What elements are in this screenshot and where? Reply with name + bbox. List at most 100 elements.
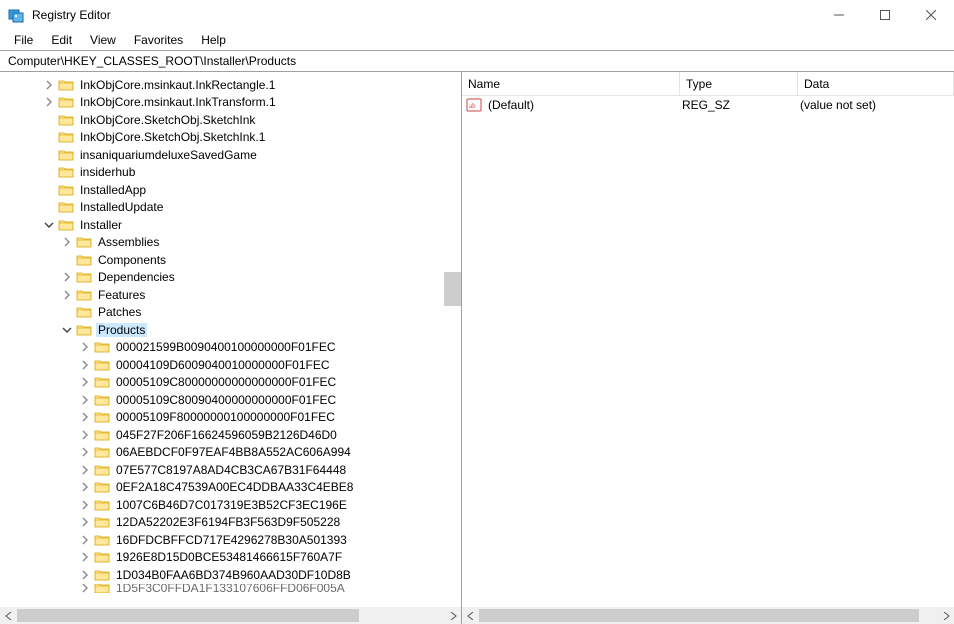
tree-node[interactable]: 07E577C8197A8AD4CB3CA67B31F64448 — [0, 461, 461, 479]
chevron-right-icon[interactable] — [60, 288, 74, 302]
tree-node-label: Features — [96, 288, 147, 302]
col-header-data[interactable]: Data — [798, 72, 954, 95]
tree-node-label: 12DA52202E3F6194FB3F563D9F505228 — [114, 515, 342, 529]
chevron-right-icon[interactable] — [78, 533, 92, 547]
address-input[interactable] — [6, 53, 948, 69]
tree-vscroll-thumb[interactable] — [444, 272, 461, 306]
chevron-right-icon[interactable] — [78, 445, 92, 459]
chevron-right-icon[interactable] — [78, 568, 92, 582]
tree-node[interactable]: 00005109F80000000100000000F01FEC — [0, 409, 461, 427]
chevron-right-icon[interactable] — [42, 95, 56, 109]
tree-node[interactable]: Products — [0, 321, 461, 339]
tree-node[interactable]: Installer — [0, 216, 461, 234]
folder-icon — [58, 130, 74, 144]
chevron-down-icon[interactable] — [42, 218, 56, 232]
tree-node-label: 16DFDCBFFCD717E4296278B30A501393 — [114, 533, 349, 547]
chevron-right-icon[interactable] — [78, 498, 92, 512]
tree-node[interactable]: Assemblies — [0, 234, 461, 252]
value-list[interactable]: ab(Default)REG_SZ(value not set) — [462, 96, 954, 607]
tree-node[interactable]: 00004109D6009040010000000F01FEC — [0, 356, 461, 374]
tree-node-label: InkObjCore.msinkaut.InkRectangle.1 — [78, 78, 277, 92]
folder-icon — [94, 498, 110, 512]
scroll-right-icon[interactable] — [937, 607, 954, 624]
titlebar: Registry Editor — [0, 0, 954, 30]
scroll-right-icon[interactable] — [444, 607, 461, 624]
tree-node[interactable]: Components — [0, 251, 461, 269]
tree-node[interactable]: Patches — [0, 304, 461, 322]
folder-icon — [94, 375, 110, 389]
tree-node[interactable]: Features — [0, 286, 461, 304]
menu-edit[interactable]: Edit — [43, 32, 80, 48]
menubar: File Edit View Favorites Help — [0, 30, 954, 50]
chevron-right-icon[interactable] — [60, 270, 74, 284]
chevron-right-icon[interactable] — [78, 410, 92, 424]
chevron-right-icon[interactable] — [78, 550, 92, 564]
chevron-right-icon[interactable] — [78, 463, 92, 477]
folder-icon — [94, 550, 110, 564]
scroll-left-icon[interactable] — [0, 607, 17, 624]
tree-node[interactable]: insiderhub — [0, 164, 461, 182]
folder-icon — [58, 218, 74, 232]
folder-icon — [94, 445, 110, 459]
tree-node[interactable]: 1D034B0FAA6BD374B960AAD30DF10D8B — [0, 566, 461, 584]
chevron-right-icon[interactable] — [60, 235, 74, 249]
chevron-right-icon[interactable] — [78, 480, 92, 494]
tree-node[interactable]: 1007C6B46D7C017319E3B52CF3EC196E — [0, 496, 461, 514]
tree-node-label: InstalledApp — [78, 183, 148, 197]
menu-file[interactable]: File — [6, 32, 41, 48]
tree-node[interactable]: 00005109C80090400000000000F01FEC — [0, 391, 461, 409]
folder-icon — [58, 95, 74, 109]
col-header-type[interactable]: Type — [680, 72, 798, 95]
tree-node[interactable]: 045F27F206F16624596059B2126D46D0 — [0, 426, 461, 444]
tree-node[interactable]: InkObjCore.SketchObj.SketchInk.1 — [0, 129, 461, 147]
menu-favorites[interactable]: Favorites — [126, 32, 191, 48]
tree-node[interactable]: InstalledUpdate — [0, 199, 461, 217]
tree-node[interactable]: 06AEBDCF0F97EAF4BB8A552AC606A994 — [0, 444, 461, 462]
menu-view[interactable]: View — [82, 32, 124, 48]
chevron-right-icon[interactable] — [78, 358, 92, 372]
folder-icon — [94, 340, 110, 354]
col-header-name[interactable]: Name — [462, 72, 680, 95]
tree-node-label: Patches — [96, 305, 143, 319]
regedit-icon — [8, 7, 24, 23]
tree-node[interactable]: 1926E8D15D0BCE53481466615F760A7F — [0, 549, 461, 567]
chevron-right-icon[interactable] — [78, 584, 92, 593]
tree-node[interactable]: 16DFDCBFFCD717E4296278B30A501393 — [0, 531, 461, 549]
tree-node-label: 000021599B0090400100000000F01FEC — [114, 340, 338, 354]
folder-icon — [58, 78, 74, 92]
maximize-button[interactable] — [862, 0, 908, 30]
minimize-button[interactable] — [816, 0, 862, 30]
tree-node[interactable]: InkObjCore.SketchObj.SketchInk — [0, 111, 461, 129]
scroll-left-icon[interactable] — [462, 607, 479, 624]
chevron-right-icon[interactable] — [78, 393, 92, 407]
tree-node-label: Products — [96, 323, 147, 337]
tree-node[interactable]: 1D5F3C0FFDA1F133107606FFD06F005A — [0, 584, 461, 593]
chevron-right-icon[interactable] — [42, 78, 56, 92]
list-hscrollbar[interactable] — [462, 607, 954, 624]
addressbar — [0, 50, 954, 72]
tree-node[interactable]: InkObjCore.msinkaut.InkTransform.1 — [0, 94, 461, 112]
tree-node[interactable]: InstalledApp — [0, 181, 461, 199]
tree-node[interactable]: InkObjCore.msinkaut.InkRectangle.1 — [0, 76, 461, 94]
folder-icon — [76, 235, 92, 249]
tree-node-label: Dependencies — [96, 270, 177, 284]
tree-hscrollbar[interactable] — [0, 607, 461, 624]
tree-node[interactable]: 12DA52202E3F6194FB3F563D9F505228 — [0, 514, 461, 532]
tree-node[interactable]: insaniquariumdeluxeSavedGame — [0, 146, 461, 164]
tree-node[interactable]: 00005109C80000000000000000F01FEC — [0, 374, 461, 392]
close-button[interactable] — [908, 0, 954, 30]
tree-node-label: insaniquariumdeluxeSavedGame — [78, 148, 259, 162]
registry-tree[interactable]: InkObjCore.msinkaut.InkRectangle.1 InkObj… — [0, 72, 461, 593]
menu-help[interactable]: Help — [193, 32, 234, 48]
folder-icon — [94, 568, 110, 582]
value-row[interactable]: ab(Default)REG_SZ(value not set) — [462, 96, 954, 114]
chevron-down-icon[interactable] — [60, 323, 74, 337]
tree-node[interactable]: Dependencies — [0, 269, 461, 287]
tree-node[interactable]: 0EF2A18C47539A00EC4DDBAA33C4EBE8 — [0, 479, 461, 497]
folder-icon — [76, 288, 92, 302]
chevron-right-icon[interactable] — [78, 375, 92, 389]
chevron-right-icon[interactable] — [78, 515, 92, 529]
tree-node[interactable]: 000021599B0090400100000000F01FEC — [0, 339, 461, 357]
chevron-right-icon[interactable] — [78, 340, 92, 354]
chevron-right-icon[interactable] — [78, 428, 92, 442]
